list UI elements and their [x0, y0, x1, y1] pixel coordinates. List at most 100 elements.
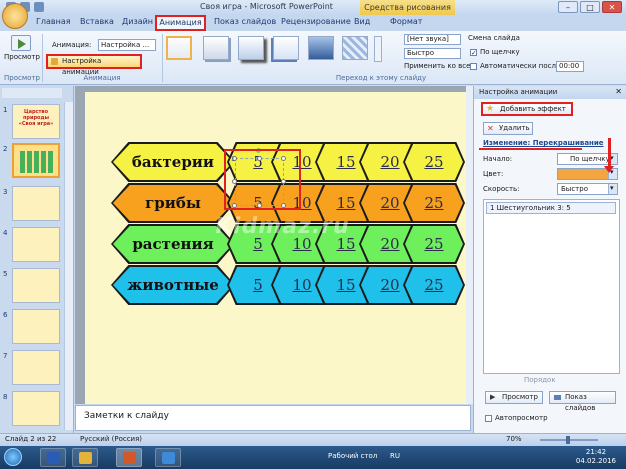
tab-design[interactable]: Дизайн [122, 17, 153, 26]
slide-canvas: бактерии510152025грибы510152025растения5… [85, 92, 467, 404]
annotation-arrow [604, 138, 614, 173]
annotation-underline [479, 148, 582, 150]
tab-insert[interactable]: Вставка [80, 17, 114, 26]
office-button[interactable] [2, 3, 28, 29]
value-hex[interactable]: 25 [405, 185, 463, 221]
transition-speed-select[interactable]: Быстро [404, 48, 461, 59]
slides-tab[interactable] [2, 88, 62, 98]
gallery-more-button[interactable] [374, 36, 382, 62]
browser-taskbar-button[interactable] [155, 448, 181, 467]
slide-thumbnail-1[interactable]: Царство природы «Своя игра» [12, 104, 60, 139]
tab-slideshow[interactable]: Показ слайдов [214, 17, 276, 26]
tab-format[interactable]: Формат [390, 17, 422, 26]
transition-sound-select[interactable]: [Нет звука] [404, 34, 461, 45]
apply-to-all-button[interactable]: Применить ко всем [404, 62, 476, 70]
taskbar: Рабочий стол RU 21:42 04.02.2016 [0, 446, 626, 469]
animation-group-label: Анимация [83, 74, 121, 82]
tab-animation[interactable]: Анимация [155, 15, 206, 31]
value-hex[interactable]: 25 [405, 144, 463, 180]
language-indicator[interactable]: Русский (Россия) [80, 435, 142, 443]
title-bar: Своя игра - Microsoft PowerPoint Средств… [0, 0, 626, 15]
add-effect-button[interactable]: Добавить эффект [481, 102, 573, 116]
editor-scrollbar[interactable] [466, 86, 473, 404]
slide-thumbnail-3[interactable] [12, 186, 60, 221]
change-effect-label: Изменение: Перекрашивание [483, 139, 604, 147]
transition-fade-black-thumb[interactable] [238, 36, 264, 60]
play-button[interactable]: Просмотр [485, 391, 543, 404]
auto-after-checkbox[interactable]: Автоматически после: [470, 62, 563, 70]
effect-list-item[interactable]: 1 Шестиугольник 3: 5 [486, 202, 616, 214]
autopreview-checkbox[interactable]: Автопросмотр [485, 414, 548, 422]
transition-cut-thumb[interactable] [273, 36, 299, 60]
preview-group-label: Просмотр [4, 74, 40, 82]
transition-dissolve-thumb[interactable] [342, 36, 368, 60]
animation-select[interactable]: Настройка ... [98, 39, 156, 51]
slide-editor: бактерии510152025грибы510152025растения5… [75, 86, 471, 404]
speed-label: Скорость: [483, 185, 520, 193]
value-hex[interactable]: 25 [405, 226, 463, 262]
tab-home[interactable]: Главная [36, 17, 71, 26]
effects-list[interactable]: 1 Шестиугольник 3: 5 [483, 199, 620, 374]
slide-thumbnail-4[interactable] [12, 227, 60, 262]
slide-number: 3 [3, 188, 8, 196]
language-tray[interactable]: RU [390, 452, 400, 460]
close-button[interactable]: ✕ [602, 1, 622, 13]
animation-label: Анимация: [52, 41, 92, 49]
slide-thumbnail-2[interactable] [12, 143, 60, 178]
auto-after-time-input[interactable]: 00:00 [556, 61, 584, 72]
word-taskbar-button[interactable] [40, 448, 66, 467]
transition-none-thumb[interactable] [166, 36, 192, 60]
slideshow-button[interactable]: Показ слайдов [549, 391, 616, 412]
on-click-checkbox[interactable]: По щелчку [470, 48, 520, 56]
slide-thumbnail-8[interactable] [12, 391, 60, 426]
status-bar: Слайд 2 из 22 Русский (Россия) 70% [0, 433, 626, 446]
tab-review[interactable]: Рецензирование [281, 17, 351, 26]
slide-thumbnail-7[interactable] [12, 350, 60, 385]
slide-thumbnail-6[interactable] [12, 309, 60, 344]
tab-view[interactable]: Вид [354, 17, 370, 26]
close-icon[interactable]: ✕ [615, 87, 622, 96]
powerpoint-taskbar-button[interactable] [116, 448, 142, 467]
clock[interactable]: 21:42 04.02.2016 [576, 448, 616, 466]
transition-fade-thumb[interactable] [203, 36, 229, 60]
preview-icon [11, 35, 31, 51]
word-icon [47, 452, 60, 464]
value-hex[interactable]: 25 [405, 267, 463, 303]
slide-number: 2 [3, 145, 8, 153]
slide-number: 7 [3, 352, 8, 360]
slide-number: 5 [3, 270, 8, 278]
custom-animation-pane: Настройка анимации ✕ Добавить эффект Уда… [473, 86, 626, 433]
slide-thumbnail-5[interactable] [12, 268, 60, 303]
transition-cut-black-thumb[interactable] [308, 36, 334, 60]
folder-icon [79, 452, 92, 464]
speed-select[interactable]: Быстро [557, 183, 618, 195]
slide-number: 1 [3, 106, 8, 114]
ribbon-tabs: Главная Вставка Дизайн Анимация Показ сл… [0, 3, 626, 31]
start-button[interactable] [4, 448, 22, 466]
zoom-slider[interactable] [540, 436, 598, 444]
transition-group-label: Переход к этому слайду [335, 74, 427, 82]
color-label: Цвет: [483, 170, 504, 178]
redo-icon[interactable] [34, 2, 44, 12]
reorder-label[interactable]: Порядок [524, 376, 556, 384]
category-hex[interactable]: животные [113, 267, 233, 303]
preview-button[interactable]: Просмотр [4, 35, 40, 69]
minimize-button[interactable]: – [558, 1, 578, 13]
watermark: Kidmaz.ru [212, 214, 352, 239]
notes-pane[interactable]: Заметки к слайду [75, 405, 471, 431]
start-label: Начало: [483, 155, 513, 163]
highlight-box [224, 149, 301, 210]
notes-placeholder: Заметки к слайду [84, 411, 169, 421]
desktop-toolbar[interactable]: Рабочий стол [328, 452, 377, 460]
ribbon: Просмотр Просмотр Анимация: Настройка ..… [0, 31, 626, 85]
maximize-button[interactable]: □ [580, 1, 600, 13]
remove-effect-button[interactable]: Удалить [483, 122, 533, 135]
category-hex[interactable]: бактерии [113, 144, 233, 180]
context-tab-title: Средства рисования [360, 0, 455, 15]
custom-animation-button[interactable]: Настройка анимации [46, 54, 142, 76]
explorer-taskbar-button[interactable] [72, 448, 98, 467]
slides-scrollbar[interactable] [64, 102, 73, 430]
powerpoint-icon [123, 452, 136, 464]
zoom-level[interactable]: 70% [506, 435, 522, 443]
category-hex[interactable]: грибы [113, 185, 233, 221]
